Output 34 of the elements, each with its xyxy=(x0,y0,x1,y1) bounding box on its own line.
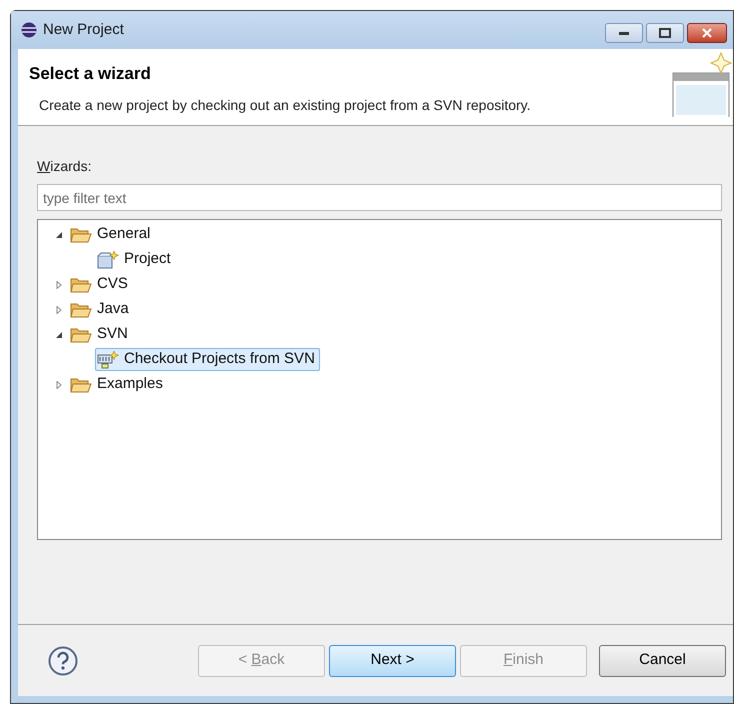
close-icon xyxy=(701,28,713,38)
expand-arrow-icon[interactable] xyxy=(55,280,63,288)
window-title: New Project xyxy=(43,20,124,40)
header-title: Select a wizard xyxy=(29,63,152,85)
folder-icon xyxy=(70,326,92,342)
app-icon xyxy=(21,22,37,38)
tree-item[interactable]: Project xyxy=(95,248,176,271)
collapse-arrow-icon[interactable] xyxy=(55,330,63,338)
tree-item[interactable]: General xyxy=(68,223,156,246)
expand-arrow-icon[interactable] xyxy=(55,380,63,388)
collapse-arrow-icon[interactable] xyxy=(55,230,63,238)
folder-icon xyxy=(70,226,92,242)
tree-item[interactable]: Examples xyxy=(68,373,168,396)
svn-icon xyxy=(97,350,119,368)
wizards-label: Wizards: xyxy=(37,157,92,176)
tree-item[interactable]: Checkout Projects from SVN xyxy=(95,348,320,371)
tree-item[interactable]: CVS xyxy=(68,273,133,296)
dialog-button[interactable]: Cancel xyxy=(599,644,726,676)
filter-field[interactable]: type filter text xyxy=(37,184,722,211)
minimize-button[interactable] xyxy=(605,23,643,43)
maximize-button[interactable] xyxy=(646,23,684,43)
tree-item[interactable]: SVN xyxy=(68,323,133,346)
close-button[interactable] xyxy=(687,23,727,43)
folder-icon xyxy=(70,376,92,392)
folder-icon xyxy=(70,276,92,292)
tree-item[interactable]: Java xyxy=(68,298,134,321)
header-description: Create a new project by checking out an existing project from a SVN repository. xyxy=(39,96,532,115)
minimize-icon xyxy=(619,31,629,35)
help-icon[interactable] xyxy=(48,646,78,676)
expand-arrow-icon[interactable] xyxy=(55,306,63,314)
project-icon xyxy=(97,250,119,268)
maximize-icon xyxy=(659,28,671,38)
default-button[interactable]: Next > xyxy=(329,644,456,676)
folder-icon xyxy=(70,302,92,318)
